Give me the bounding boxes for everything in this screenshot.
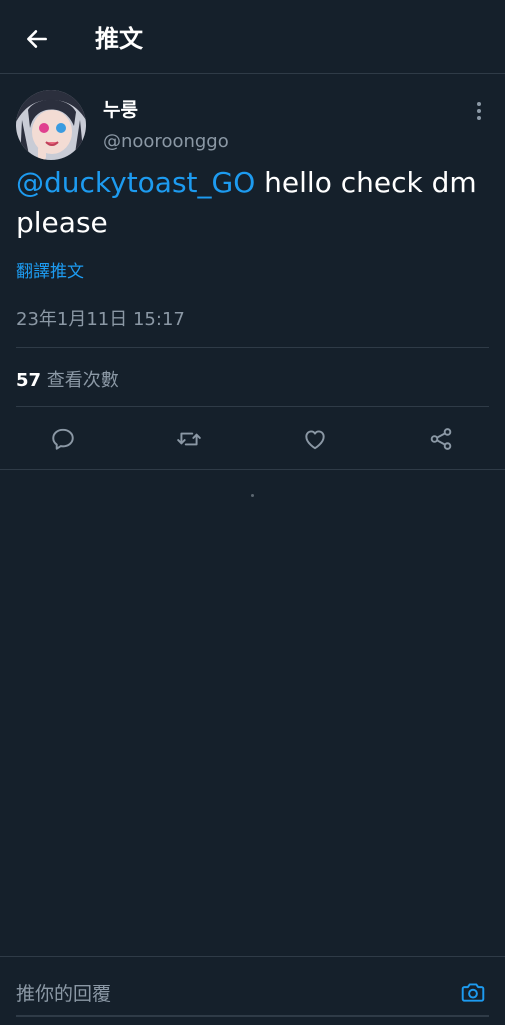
camera-icon bbox=[461, 983, 485, 1002]
view-count-number: 57 bbox=[16, 370, 42, 391]
avatar[interactable] bbox=[16, 90, 86, 160]
retweet-icon bbox=[177, 432, 201, 446]
translate-tweet-link[interactable]: 翻譯推文 bbox=[16, 257, 84, 282]
mention-link[interactable]: @duckytoast_GO bbox=[16, 166, 255, 199]
reply-button[interactable] bbox=[47, 423, 79, 455]
loading-indicator bbox=[251, 494, 254, 497]
share-button[interactable] bbox=[425, 423, 457, 455]
share-icon bbox=[430, 428, 452, 450]
arrow-left-icon bbox=[27, 30, 47, 48]
back-button[interactable] bbox=[20, 22, 54, 56]
tweet-timestamp: 23年1月11日 15:17 bbox=[16, 309, 185, 330]
reply-input[interactable]: 推你的回覆 bbox=[16, 979, 111, 1006]
reply-icon bbox=[52, 428, 74, 450]
view-count[interactable]: 57 查看次數 bbox=[16, 366, 119, 392]
display-name[interactable]: 누룽 bbox=[103, 95, 138, 122]
tweet-text: @duckytoast_GO hello check dm please bbox=[16, 163, 492, 243]
page-title: 推文 bbox=[95, 25, 143, 53]
camera-button[interactable] bbox=[458, 977, 488, 1007]
top-bar: 推文 bbox=[0, 0, 505, 74]
like-icon bbox=[305, 430, 325, 450]
retweet-button[interactable] bbox=[173, 423, 205, 455]
reply-underline bbox=[16, 1015, 489, 1017]
divider bbox=[16, 347, 489, 348]
reply-bar: 推你的回覆 bbox=[0, 956, 505, 1025]
user-handle[interactable]: @nooroonggo bbox=[103, 131, 229, 152]
view-count-label: 查看次數 bbox=[41, 370, 119, 391]
more-options-icon[interactable] bbox=[470, 98, 488, 124]
like-button[interactable] bbox=[299, 423, 331, 455]
action-bar bbox=[0, 407, 505, 470]
